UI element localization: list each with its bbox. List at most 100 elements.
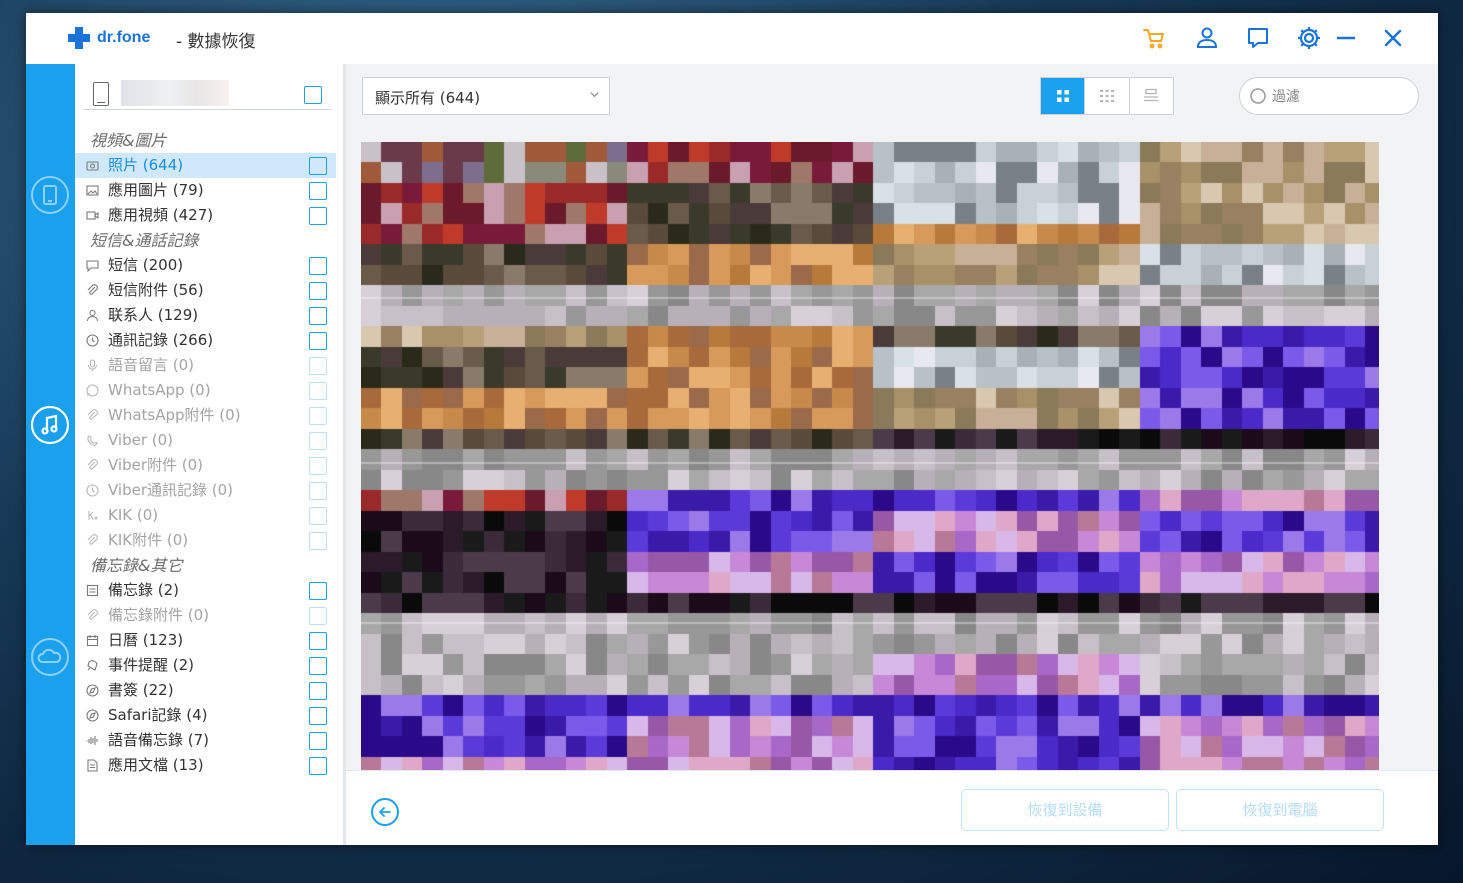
category-item[interactable]: 通訊記錄 (266): [75, 328, 336, 353]
category-checkbox[interactable]: [309, 732, 327, 750]
category-checkbox[interactable]: [309, 582, 327, 600]
category-checkbox[interactable]: [309, 282, 327, 300]
filter-dropdown[interactable]: 顯示所有 (644): [362, 77, 610, 115]
category-checkbox[interactable]: [309, 182, 327, 200]
category-item[interactable]: Viber通訊記錄 (0): [75, 478, 336, 503]
category-checkbox[interactable]: [309, 707, 327, 725]
restore-to-computer-button[interactable]: 恢復到電腦: [1176, 789, 1384, 831]
category-item[interactable]: 短信附件 (56): [75, 278, 336, 303]
select-all-checkbox[interactable]: [304, 86, 322, 104]
category-checkbox[interactable]: [309, 457, 327, 475]
kik-icon: [86, 509, 99, 522]
category-item-label: Viber通訊記錄 (0): [108, 481, 234, 499]
category-item[interactable]: Safari記錄 (4): [75, 703, 336, 728]
category-checkbox[interactable]: [309, 532, 327, 550]
category-item[interactable]: 事件提醒 (2): [75, 653, 336, 678]
category-item[interactable]: 照片 (644): [75, 153, 336, 178]
category-checkbox[interactable]: [309, 757, 327, 775]
back-button[interactable]: [371, 798, 399, 826]
category-checkbox[interactable]: [309, 382, 327, 400]
category-item-label: 照片 (644): [108, 156, 184, 174]
photo-thumbnails-mosaic[interactable]: [361, 142, 1379, 770]
category-item[interactable]: 應用文檔 (13): [75, 753, 336, 778]
bookmark-icon: [86, 684, 99, 697]
attachment-icon: [86, 609, 99, 622]
category-item[interactable]: 書簽 (22): [75, 678, 336, 703]
category-checkbox[interactable]: [309, 657, 327, 675]
category-item[interactable]: 應用視頻 (427): [75, 203, 336, 228]
category-checkbox[interactable]: [309, 607, 327, 625]
gear-icon[interactable]: [1294, 23, 1324, 53]
category-item[interactable]: 日曆 (123): [75, 628, 336, 653]
category-item[interactable]: Viber附件 (0): [75, 453, 336, 478]
bottom-action-bar: 恢復到設備 恢復到電腦: [346, 770, 1438, 845]
device-name: [121, 80, 229, 106]
category-item-label: 應用視頻 (427): [108, 206, 214, 224]
category-item-label: 應用圖片 (79): [108, 181, 204, 199]
cart-icon[interactable]: [1139, 23, 1169, 53]
category-checkbox[interactable]: [309, 207, 327, 225]
category-item[interactable]: 短信 (200): [75, 253, 336, 278]
whatsapp-icon: [86, 384, 99, 397]
voice-memo-icon: [86, 734, 99, 747]
category-item[interactable]: 備忘錄附件 (0): [75, 603, 336, 628]
grid-small-icon: [1099, 90, 1114, 102]
filter-dropdown-value: 顯示所有 (644): [375, 89, 481, 107]
category-item[interactable]: WhatsApp附件 (0): [75, 403, 336, 428]
category-item-label: 通訊記錄 (266): [108, 331, 214, 349]
mode-rail: [26, 64, 75, 845]
category-checkbox[interactable]: [309, 632, 327, 650]
category-item-label: 联系人 (129): [108, 306, 199, 324]
close-icon[interactable]: [1378, 23, 1408, 53]
category-checkbox[interactable]: [309, 307, 327, 325]
category-item-label: 書簽 (22): [108, 681, 174, 699]
grid-small-view-button[interactable]: [1085, 78, 1130, 114]
category-item[interactable]: KIK附件 (0): [75, 528, 336, 553]
window-title: - 數據恢復: [176, 32, 256, 52]
category-checkbox[interactable]: [309, 357, 327, 375]
recover-from-icloud-button[interactable]: [29, 636, 71, 678]
category-item-label: WhatsApp (0): [108, 381, 211, 399]
restore-to-device-button[interactable]: 恢復到設備: [961, 789, 1169, 831]
category-item[interactable]: 備忘錄 (2): [75, 578, 336, 603]
category-item[interactable]: 語音留言 (0): [75, 353, 336, 378]
grid-large-view-button[interactable]: [1041, 78, 1086, 114]
user-icon[interactable]: [1192, 23, 1222, 53]
minimize-icon[interactable]: [1331, 23, 1361, 53]
recover-from-itunes-button[interactable]: [29, 404, 71, 446]
category-item-label: Viber (0): [108, 431, 174, 449]
contact-icon: [86, 309, 99, 322]
safari-icon: [86, 709, 99, 722]
search-input[interactable]: [1270, 86, 1414, 108]
category-item[interactable]: 联系人 (129): [75, 303, 336, 328]
photo-grid[interactable]: [361, 142, 1379, 770]
feedback-icon[interactable]: [1243, 23, 1273, 53]
recover-from-device-button[interactable]: [29, 174, 71, 216]
image-icon: [86, 184, 99, 197]
category-checkbox[interactable]: [309, 407, 327, 425]
category-item-label: 日曆 (123): [108, 631, 184, 649]
clock-icon: [86, 484, 99, 497]
category-item[interactable]: KIK (0): [75, 503, 336, 528]
category-checkbox[interactable]: [309, 157, 327, 175]
list-view-button[interactable]: [1130, 78, 1173, 114]
category-checkbox[interactable]: [309, 257, 327, 275]
category-checkbox[interactable]: [309, 507, 327, 525]
category-item[interactable]: WhatsApp (0): [75, 378, 336, 403]
category-item-label: 短信 (200): [108, 256, 184, 274]
reminder-icon: [86, 659, 99, 672]
category-checkbox[interactable]: [309, 482, 327, 500]
section-title: 備忘錄&其它: [90, 556, 183, 575]
category-item-label: 備忘錄附件 (0): [108, 606, 210, 624]
main-panel: 顯示所有 (644) 過濾 恢復到設備 恢復到電腦: [346, 64, 1438, 845]
category-item[interactable]: 語音備忘錄 (7): [75, 728, 336, 753]
category-checkbox[interactable]: [309, 682, 327, 700]
category-item[interactable]: 應用圖片 (79): [75, 178, 336, 203]
category-checkbox[interactable]: [309, 332, 327, 350]
category-item-label: WhatsApp附件 (0): [108, 406, 241, 424]
category-item-label: 事件提醒 (2): [108, 656, 195, 674]
category-checkbox[interactable]: [309, 432, 327, 450]
message-icon: [86, 259, 99, 272]
category-item[interactable]: Viber (0): [75, 428, 336, 453]
category-item-label: Viber附件 (0): [108, 456, 204, 474]
